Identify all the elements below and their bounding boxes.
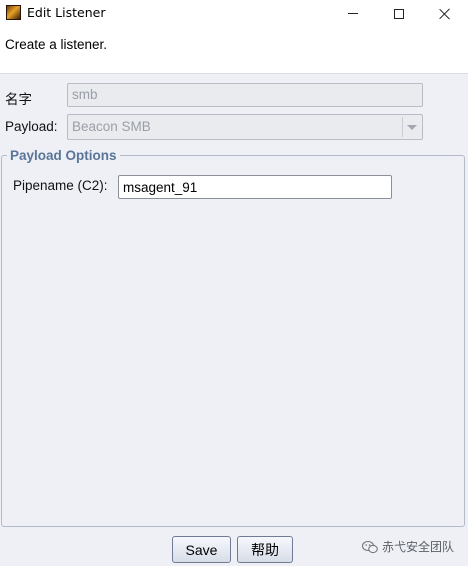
watermark-text: 赤弋安全团队 xyxy=(382,540,455,554)
maximize-button[interactable] xyxy=(376,0,422,27)
name-field-value: smb xyxy=(72,87,98,102)
pipename-input[interactable] xyxy=(118,175,392,199)
window-title: Edit Listener xyxy=(27,5,106,20)
description-text: Create a listener. xyxy=(5,37,108,52)
description-panel: Create a listener. xyxy=(0,27,468,74)
help-button[interactable]: 帮助 xyxy=(237,536,293,563)
payload-options-group: Payload Options Pipename (C2): xyxy=(1,148,465,527)
payload-select-value: Beacon SMB xyxy=(72,119,151,134)
name-label: 名字 xyxy=(5,92,32,107)
name-field[interactable]: smb xyxy=(67,83,423,107)
payload-dropdown-button[interactable] xyxy=(402,117,420,137)
save-button[interactable]: Save xyxy=(172,536,231,563)
pipename-label: Pipename (C2): xyxy=(13,178,108,193)
wechat-icon xyxy=(362,540,378,553)
close-button[interactable] xyxy=(422,0,468,27)
chevron-down-icon xyxy=(406,124,417,130)
app-icon xyxy=(6,5,21,20)
payload-label: Payload: xyxy=(5,119,58,134)
payload-select[interactable]: Beacon SMB xyxy=(67,114,423,140)
payload-options-title: Payload Options xyxy=(7,148,120,163)
close-icon xyxy=(439,8,451,20)
maximize-icon xyxy=(394,8,404,19)
watermark: 赤弋安全团队 xyxy=(362,538,454,555)
minimize-icon xyxy=(348,13,358,14)
minimize-button[interactable] xyxy=(330,0,376,27)
title-bar: Edit Listener xyxy=(0,0,468,27)
